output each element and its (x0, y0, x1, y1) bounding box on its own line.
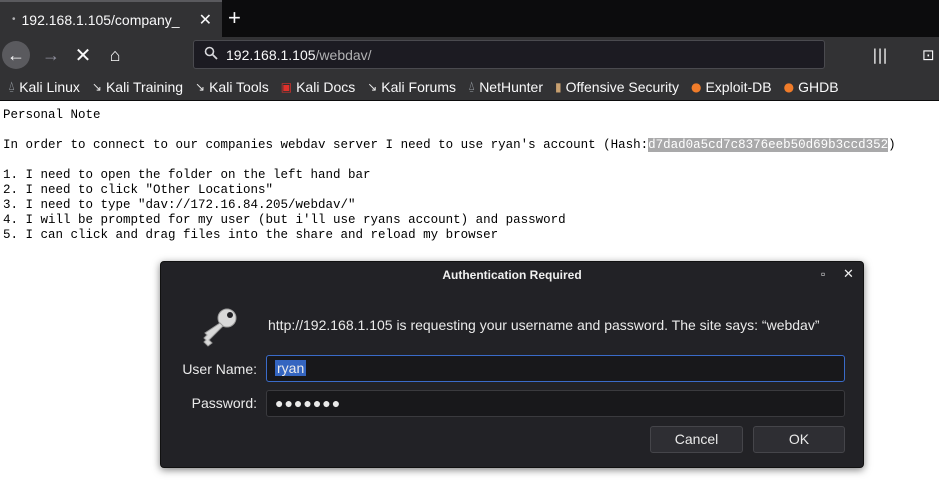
new-tab-button[interactable]: + (228, 4, 241, 32)
kali-linux-icon: ⍙ (8, 79, 16, 93)
note-step: 3. I need to type "dav://172.16.84.205/w… (3, 198, 356, 212)
dialog-message: http://192.168.1.105 is requesting your … (268, 317, 820, 333)
ghdb-icon: ● (783, 79, 795, 94)
close-icon[interactable]: ✕ (843, 266, 857, 282)
note-step: 1. I need to open the folder on the left… (3, 168, 371, 182)
sidebar-icon[interactable]: ⊡ (922, 43, 939, 67)
bookmark-label: Offensive Security (565, 78, 679, 95)
offensive-security-icon: ▮ (555, 79, 562, 94)
bookmark-kali-training[interactable]: ↘ Kali Training (92, 79, 183, 95)
kali-dragon-icon: ↘ (367, 79, 378, 94)
key-icon (199, 304, 243, 348)
tab-title: 192.168.1.105/company_ (21, 11, 180, 28)
bookmark-nethunter[interactable]: ⍙ NetHunter (468, 79, 543, 95)
ok-button[interactable]: OK (753, 426, 845, 453)
page-heading: Personal Note (3, 108, 101, 122)
tab-strip: • 192.168.1.105/company_ ✕ + (0, 0, 939, 37)
nethunter-icon: ⍙ (467, 79, 476, 93)
username-field[interactable]: ryan (266, 355, 845, 382)
username-label: User Name: (182, 361, 257, 377)
bookmark-label: GHDB (798, 78, 839, 95)
address-bar[interactable]: 192.168.1.105/webdav/ (193, 40, 825, 69)
bookmark-label: NetHunter (479, 78, 543, 95)
kali-docs-icon: ▣ (280, 79, 293, 94)
selected-hash[interactable]: d7dad0a5cd7c8376eeb50d69b3ccd352 (648, 138, 889, 152)
bookmark-label: Exploit-DB (705, 78, 772, 95)
forward-button[interactable]: → (38, 41, 64, 69)
bookmark-ghdb[interactable]: ● GHDB (784, 79, 839, 95)
note-step: 5. I can click and drag files into the s… (3, 228, 499, 242)
bookmark-kali-tools[interactable]: ↘ Kali Tools (195, 79, 269, 95)
browser-tab[interactable]: • 192.168.1.105/company_ ✕ (0, 0, 222, 37)
library-icon[interactable]: ||| (868, 43, 892, 67)
auth-dialog: Authentication Required ▫ ✕ http://192.1… (160, 261, 864, 468)
bookmark-label: Kali Training (105, 78, 184, 95)
bookmark-kali-docs[interactable]: ▣ Kali Docs (281, 79, 355, 95)
bookmark-exploit-db[interactable]: ● Exploit-DB (691, 79, 772, 95)
bookmark-label: Kali Tools (209, 78, 269, 95)
bookmark-offensive-security[interactable]: ▮ Offensive Security (555, 79, 679, 95)
password-field[interactable]: ●●●●●●● (266, 390, 845, 417)
bookmark-kali-forums[interactable]: ↘ Kali Forums (367, 79, 456, 95)
note-intro: In order to connect to our companies web… (3, 138, 896, 153)
dialog-title: Authentication Required (442, 268, 582, 282)
maximize-icon[interactable]: ▫ (821, 267, 835, 281)
cancel-button[interactable]: Cancel (650, 426, 743, 453)
navigation-toolbar: ← → ✕ ⌂ 192.168.1.105/webdav/ ||| ⊡ (0, 37, 939, 73)
password-label: Password: (191, 395, 257, 411)
username-value: ryan (275, 360, 307, 376)
bookmark-label: Kali Linux (19, 78, 80, 95)
note-step: 2. I need to click "Other Locations" (3, 183, 274, 197)
tab-close-icon[interactable]: ✕ (199, 10, 212, 30)
home-button[interactable]: ⌂ (102, 41, 128, 69)
bookmarks-toolbar: ⍙ Kali Linux ↘ Kali Training ↘ Kali Tools ▣… (0, 73, 939, 101)
stop-button[interactable]: ✕ (70, 41, 96, 69)
kali-dragon-icon: ↘ (91, 79, 102, 94)
kali-dragon-icon: ↘ (195, 79, 206, 94)
search-icon (204, 46, 218, 63)
url-host: 192.168.1.105 (226, 46, 316, 63)
tab-loading-indicator: • (12, 14, 16, 25)
page-content: Personal Note In order to connect to our… (3, 108, 896, 243)
note-intro-text: In order to connect to our companies web… (3, 138, 649, 152)
note-step: 4. I will be prompted for my user (but i… (3, 213, 566, 227)
url-path: /webdav/ (315, 46, 372, 63)
note-intro-end: ) (888, 138, 896, 152)
bookmark-kali-linux[interactable]: ⍙ Kali Linux (8, 79, 80, 95)
exploit-db-icon: ● (690, 79, 702, 94)
password-value: ●●●●●●● (275, 395, 342, 411)
bookmark-label: Kali Forums (381, 78, 456, 95)
back-button[interactable]: ← (2, 41, 30, 69)
bookmark-label: Kali Docs (296, 78, 356, 95)
